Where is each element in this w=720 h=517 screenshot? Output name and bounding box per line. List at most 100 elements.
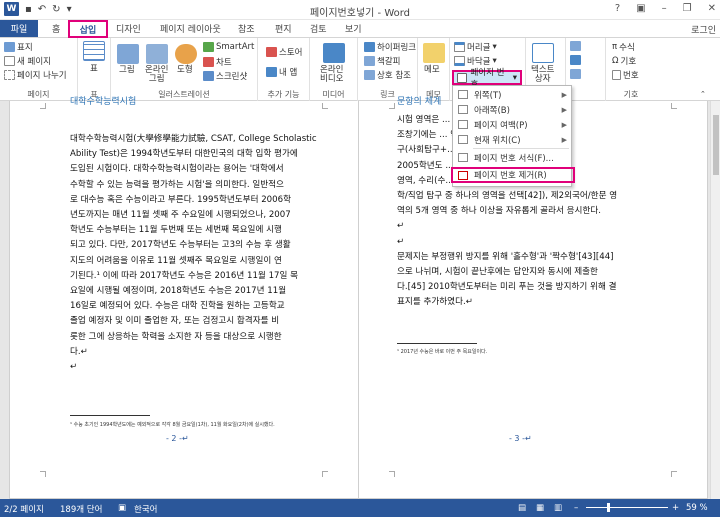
online-video-icon[interactable] xyxy=(323,43,345,63)
number-button[interactable]: 번호 xyxy=(612,69,639,81)
crossref-button[interactable]: 상호 참조 xyxy=(364,69,411,81)
print-layout-icon[interactable]: ▦ xyxy=(536,503,544,513)
tab-view[interactable]: 보기 xyxy=(345,22,362,35)
shapes-icon[interactable] xyxy=(175,44,197,64)
page-count[interactable]: 2/2 페이지 xyxy=(4,503,44,515)
textbox-button-label[interactable]: 텍스트 상자 xyxy=(531,66,554,84)
smartart-button[interactable]: SmartArt xyxy=(203,42,254,52)
close-button[interactable]: ✕ xyxy=(708,3,716,14)
symbol-button[interactable]: Ω 기호 xyxy=(612,55,636,67)
page-number-position-icon xyxy=(458,153,468,162)
group-label-addins: 추가 기능 xyxy=(267,90,300,99)
tab-mailings[interactable]: 편지 xyxy=(275,22,292,35)
screenshot-button[interactable]: 스크린샷 xyxy=(203,70,247,82)
dropcap-icon[interactable] xyxy=(570,69,581,79)
chart-button[interactable]: 차트 xyxy=(203,56,232,68)
login-link[interactable]: 로그인 xyxy=(691,23,716,36)
footnote-text: ¹ 수능 초기인 1994학년도에는 예외적으로 각각 8월 금요일(1차), … xyxy=(70,422,275,428)
menu-item-2[interactable]: 페이지 여백(P) ▶ xyxy=(453,118,571,131)
minimize-button[interactable]: – xyxy=(662,3,667,14)
tab-insert[interactable]: 삽입 xyxy=(68,20,108,38)
tab-review[interactable]: 검토 xyxy=(310,22,327,35)
restore-button[interactable]: ❐ xyxy=(683,3,692,14)
menu-item-label: 현재 위치(C) xyxy=(474,135,521,146)
tab-design[interactable]: 디자인 xyxy=(116,22,141,35)
comment-icon[interactable] xyxy=(423,43,445,63)
title-bar: W ▪ ↶ ↻ ▾ 페이지번호넣기 - Word ? ▣ – ❐ ✕ xyxy=(0,0,720,20)
tab-home[interactable]: 홈 xyxy=(52,22,60,35)
wordart-icon[interactable] xyxy=(570,55,581,65)
scrollbar-thumb[interactable] xyxy=(713,115,719,175)
footer-icon xyxy=(454,56,465,66)
header-button[interactable]: 머리글 ▾ xyxy=(454,41,497,53)
collapse-ribbon-icon[interactable]: ⌃ xyxy=(700,90,706,98)
text-line: 문제지는 부정행위 방지를 위해 '홀수형'과 '짝수형'[43][44] xyxy=(397,251,614,262)
proofing-icon[interactable]: ▣ xyxy=(118,503,126,513)
picture-icon[interactable] xyxy=(117,44,139,64)
online-picture-button-label[interactable]: 온라인 그림 xyxy=(145,66,168,84)
online-video-button-label[interactable]: 온라인 비디오 xyxy=(320,66,343,84)
text-line: ↵ xyxy=(397,221,405,232)
margin-corner xyxy=(671,103,677,109)
equation-button[interactable]: π 수식 xyxy=(612,41,635,53)
menu-item-4[interactable]: 페이지 번호 서식(F)... xyxy=(453,151,571,164)
my-addins-button[interactable]: 내 앱 xyxy=(266,66,297,78)
table-button-label[interactable]: 표 xyxy=(90,65,98,74)
tab-file[interactable]: 파일 xyxy=(0,20,38,37)
page-number-position-icon xyxy=(458,105,468,114)
tab-page-layout[interactable]: 페이지 레이아웃 xyxy=(160,22,221,35)
picture-button-label[interactable]: 그림 xyxy=(119,66,135,75)
shapes-button-label[interactable]: 도형 xyxy=(177,66,193,75)
text-line: 도입된 시험이다. 대학수학능력시험이라는 용어는 '대학에서 xyxy=(70,164,284,175)
table-icon[interactable] xyxy=(83,41,105,61)
zoom-slider[interactable] xyxy=(586,507,668,508)
page-break-button[interactable]: 페이지 나누기 xyxy=(4,69,67,81)
text-line: 다.[45] 2010학년도부터는 미리 푸는 것을 방지하기 위해 결 xyxy=(397,282,617,293)
menu-item-5[interactable]: 페이지 번호 제거(R) xyxy=(451,167,575,183)
text-line: 16일로 예정되어 있다. 수능은 대학 진학을 원하는 고등학교 xyxy=(70,301,285,312)
ribbon-tabs: 파일 홈 삽입 디자인 페이지 레이아웃 참조 편지 검토 보기 로그인 xyxy=(0,20,720,38)
page-number-text: - 3 -↵ xyxy=(509,434,532,443)
margin-corner xyxy=(671,471,677,477)
textbox-icon[interactable] xyxy=(532,43,554,63)
group-tables: 표 표 xyxy=(78,38,111,101)
read-mode-icon[interactable]: ▤ xyxy=(518,503,526,513)
text-line: 년도까지는 매년 11월 셋째 주 수요일에 시행되었으나, 2007 xyxy=(70,210,291,220)
group-label-media: 미디어 xyxy=(322,90,345,99)
zoom-in-icon[interactable]: + xyxy=(672,503,679,513)
footnote-separator xyxy=(70,415,150,416)
header-icon xyxy=(454,42,465,52)
text-line: ↵ xyxy=(397,236,405,247)
zoom-slider-thumb[interactable] xyxy=(607,503,611,512)
zoom-level[interactable]: 59 % xyxy=(686,503,708,513)
help-icon[interactable]: ? xyxy=(615,3,620,14)
zoom-out-icon[interactable]: – xyxy=(574,503,578,513)
menu-item-0[interactable]: 위쪽(T) ▶ xyxy=(453,88,571,101)
quick-parts-icon[interactable] xyxy=(570,41,581,51)
hyperlink-button[interactable]: 하이퍼링크 xyxy=(364,41,416,53)
omega-icon: Ω xyxy=(612,56,619,66)
text-line: 대학수학능력시험(大學修學能力試驗, CSAT, College Scholas… xyxy=(70,134,317,144)
tab-references[interactable]: 참조 xyxy=(238,22,255,35)
store-button[interactable]: 스토어 xyxy=(266,46,302,58)
page-number-button[interactable]: 페이지 번호 ▾ xyxy=(452,68,522,90)
menu-separator xyxy=(473,148,569,149)
language-indicator[interactable]: 한국어 xyxy=(134,503,157,515)
menu-item-1[interactable]: 아래쪽(B) ▶ xyxy=(453,103,571,116)
comment-button-label[interactable]: 메모 xyxy=(424,66,440,75)
document-area: 대학수학능력시험 대학수학능력시험(大學修學能力試驗, CSAT, Colleg… xyxy=(0,97,720,499)
word-count[interactable]: 189개 단어 xyxy=(60,503,102,515)
online-picture-icon[interactable] xyxy=(146,44,168,64)
menu-item-3[interactable]: 현재 위치(C) ▶ xyxy=(453,133,571,146)
web-layout-icon[interactable]: ▥ xyxy=(554,503,562,513)
text-line: 요일에 시행될 예정이며, 2018학년도 수능은 2017년 11월 xyxy=(70,286,287,296)
ribbon-display-icon[interactable]: ▣ xyxy=(636,3,645,14)
new-page-button[interactable]: 새 페이지 xyxy=(4,55,51,67)
vertical-scrollbar[interactable] xyxy=(710,101,720,499)
section-heading: 문항의 체계 xyxy=(397,97,442,107)
cover-page-button[interactable]: 표지 xyxy=(4,41,33,53)
group-media: 온라인 비디오 미디어 xyxy=(310,38,358,101)
bookmark-button[interactable]: 책갈피 xyxy=(364,55,400,67)
text-line: ↵ xyxy=(70,362,78,372)
footnote-text: ¹ 2017년 수능은 바로 이번 주 목요일이다. xyxy=(397,349,488,355)
